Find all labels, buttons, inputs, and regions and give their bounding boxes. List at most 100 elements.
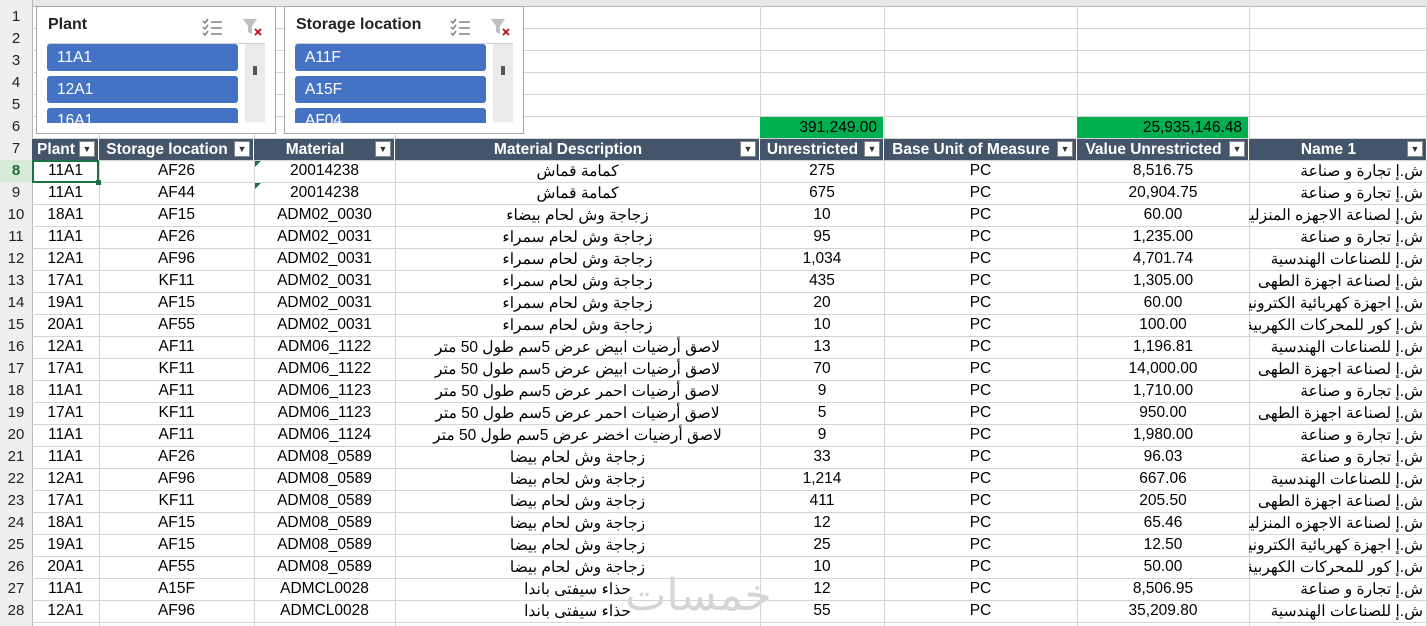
cell-value-unrestricted[interactable]: 14,000.00 xyxy=(1077,358,1249,380)
cell-name-1[interactable]: ش.إ لصناعة اجهزة الطهى xyxy=(1249,358,1427,380)
cell-unrestricted[interactable]: 95 xyxy=(760,226,884,248)
cell-name-1[interactable]: ش.إ لصناعة اجهزة الطهى xyxy=(1249,402,1427,424)
row-number[interactable]: 4 xyxy=(0,72,32,94)
cell-storage-location[interactable]: AF15 xyxy=(99,204,254,226)
cell-storage-location[interactable]: AF96 xyxy=(99,600,254,622)
filter-dropdown-icon[interactable]: ▼ xyxy=(234,141,250,157)
cell-value-unrestricted[interactable]: 96.03 xyxy=(1077,446,1249,468)
slicer-item-plant[interactable]: 12A1 xyxy=(47,76,238,103)
cell-material[interactable]: ADMCL0028 xyxy=(254,600,395,622)
cell-base-unit[interactable]: PC xyxy=(884,314,1077,336)
cell-plant[interactable]: 11A1 xyxy=(32,578,99,600)
cell-base-unit[interactable]: PC xyxy=(884,446,1077,468)
cell-plant[interactable]: 12A1 xyxy=(32,468,99,490)
cell-plant[interactable]: 17A1 xyxy=(32,270,99,292)
cell-plant[interactable]: 11A1 xyxy=(32,446,99,468)
cell-base-unit[interactable]: PC xyxy=(884,270,1077,292)
clear-filter-icon[interactable] xyxy=(242,17,264,37)
cell-storage-location[interactable]: AF15 xyxy=(99,292,254,314)
cell-value-unrestricted[interactable]: 950.00 xyxy=(1077,402,1249,424)
cell-material[interactable]: ADM08_0589 xyxy=(254,490,395,512)
cell-name-1[interactable]: ش.إ كور للمحركات الكهربية xyxy=(1249,314,1427,336)
cell-material[interactable]: ADM02_0031 xyxy=(254,270,395,292)
cell-storage-location[interactable]: KF11 xyxy=(99,270,254,292)
cell-material[interactable]: ADM02_0030 xyxy=(254,204,395,226)
cell-plant[interactable]: 18A1 xyxy=(32,204,99,226)
row-number[interactable]: 11 xyxy=(0,226,32,248)
scroll-thumb[interactable] xyxy=(253,66,257,75)
cell-material[interactable]: ADM08_0589 xyxy=(254,446,395,468)
cell-material[interactable]: ADM06_1124 xyxy=(254,424,395,446)
cell-value-unrestricted[interactable]: 50.00 xyxy=(1077,556,1249,578)
row-number[interactable]: 22 xyxy=(0,468,32,490)
row-number[interactable]: 8 xyxy=(0,160,32,182)
cell-material-description[interactable]: لاصق أرضيات احمر عرض 5سم طول 50 متر xyxy=(395,402,760,424)
cell-material[interactable]: ADM02_0031 xyxy=(254,314,395,336)
cell-material-description[interactable]: كمامة قماش xyxy=(395,160,760,182)
cell-name-1[interactable]: ش.إ لصناعة اجهزة الطهى xyxy=(1249,270,1427,292)
cell-value-unrestricted[interactable]: 1,980.00 xyxy=(1077,424,1249,446)
cell-unrestricted[interactable]: 1,034 xyxy=(760,248,884,270)
cell-storage-location[interactable]: AF11 xyxy=(99,380,254,402)
cell-material[interactable]: 20014238 xyxy=(254,182,395,204)
filter-dropdown-icon[interactable]: ▼ xyxy=(1057,141,1073,157)
cell-unrestricted[interactable]: 435 xyxy=(760,270,884,292)
cell-unrestricted[interactable]: 411 xyxy=(760,490,884,512)
cell-material-description[interactable]: زجاجة وش لحام بيضا xyxy=(395,512,760,534)
cell-material[interactable]: 20014238 xyxy=(254,160,395,182)
cell-name-1[interactable]: ش.إ لصناعة اجهزة الطهى xyxy=(1249,490,1427,512)
cell-unrestricted[interactable]: 20 xyxy=(760,292,884,314)
cell-storage-location[interactable]: AF26 xyxy=(99,226,254,248)
filter-dropdown-icon[interactable]: ▼ xyxy=(740,141,756,157)
cell-value-unrestricted[interactable]: 20,904.75 xyxy=(1077,182,1249,204)
cell-storage-location[interactable]: A15F xyxy=(99,578,254,600)
cell-name-1[interactable]: ش.إ اجهزة كهربائية الكترونية xyxy=(1249,292,1427,314)
clear-filter-icon[interactable] xyxy=(490,17,512,37)
cell-base-unit[interactable]: PC xyxy=(884,578,1077,600)
cell-base-unit[interactable]: PC xyxy=(884,226,1077,248)
row-number[interactable]: 17 xyxy=(0,358,32,380)
cell-base-unit[interactable]: PC xyxy=(884,402,1077,424)
header-name-1[interactable]: Name 1 ▼ xyxy=(1249,139,1427,160)
multi-select-icon[interactable] xyxy=(450,17,472,37)
cell-base-unit[interactable]: PC xyxy=(884,248,1077,270)
storage-location-slicer[interactable]: Storage location A11F A15F AF04 xyxy=(284,6,524,134)
header-base-unit[interactable]: Base Unit of Measure ▼ xyxy=(884,139,1077,160)
filter-dropdown-icon[interactable]: ▼ xyxy=(375,141,391,157)
cell-unrestricted[interactable]: 25 xyxy=(760,534,884,556)
cell-storage-location[interactable]: AF11 xyxy=(99,336,254,358)
cell-unrestricted[interactable]: 275 xyxy=(760,160,884,182)
cell-value-unrestricted[interactable]: 65.46 xyxy=(1077,512,1249,534)
cell-name-1[interactable]: ش.إ للصناعات الهندسية xyxy=(1249,468,1427,490)
cell-material-description[interactable]: زجاجة وش لحام سمراء xyxy=(395,248,760,270)
cell-material-description[interactable]: زجاجة وش لحام بيضاء xyxy=(395,204,760,226)
header-material[interactable]: Material ▼ xyxy=(254,139,395,160)
cell-material[interactable]: ADM08_0589 xyxy=(254,468,395,490)
cell-unrestricted[interactable]: 10 xyxy=(760,314,884,336)
cell-unrestricted[interactable]: 1,214 xyxy=(760,468,884,490)
cell-value-unrestricted[interactable]: 1,196.81 xyxy=(1077,336,1249,358)
cell-material-description[interactable]: زجاجة وش لحام بيضا xyxy=(395,468,760,490)
cell-material[interactable]: ADM02_0031 xyxy=(254,248,395,270)
filter-dropdown-icon[interactable]: ▼ xyxy=(1407,141,1423,157)
cell-name-1[interactable]: ش.إ تجارة و صناعة xyxy=(1249,578,1427,600)
cell-name-1[interactable]: ش.إ للصناعات الهندسية xyxy=(1249,248,1427,270)
header-unrestricted[interactable]: Unrestricted ▼ xyxy=(760,139,884,160)
cell-unrestricted[interactable]: 33 xyxy=(760,446,884,468)
cell-value-unrestricted[interactable]: 205.50 xyxy=(1077,490,1249,512)
cell-material-description[interactable]: زجاجة وش لحام سمراء xyxy=(395,270,760,292)
cell-name-1[interactable]: ش.إ تجارة و صناعة xyxy=(1249,226,1427,248)
cell-value-unrestricted[interactable]: 667.06 xyxy=(1077,468,1249,490)
cell-name-1[interactable]: ش.إ تجارة و صناعة xyxy=(1249,424,1427,446)
scroll-thumb[interactable] xyxy=(501,66,505,75)
cell-value-unrestricted[interactable]: 1,710.00 xyxy=(1077,380,1249,402)
cell-name-1[interactable]: ش.إ تجارة و صناعة xyxy=(1249,380,1427,402)
cell-storage-location[interactable]: KF11 xyxy=(99,358,254,380)
row-number[interactable]: 19 xyxy=(0,402,32,424)
cell-storage-location[interactable]: KF11 xyxy=(99,490,254,512)
row-number[interactable]: 6 xyxy=(0,116,32,138)
filter-dropdown-icon[interactable]: ▼ xyxy=(1229,141,1245,157)
cell-material[interactable]: ADM08_0589 xyxy=(254,512,395,534)
cell-value-unrestricted[interactable]: 1,235.00 xyxy=(1077,226,1249,248)
cell-name-1[interactable]: ش.إ تجارة و صناعة xyxy=(1249,182,1427,204)
